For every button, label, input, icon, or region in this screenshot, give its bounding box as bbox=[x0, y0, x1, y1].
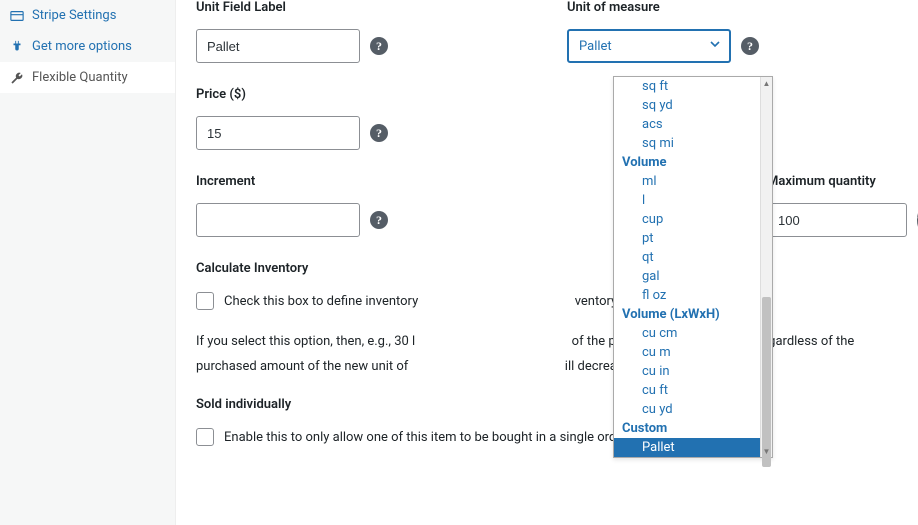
dropdown-option[interactable]: cu cm bbox=[614, 324, 760, 343]
increment-heading: Increment bbox=[196, 174, 527, 189]
dropdown-list: sq ftsq ydacssq miVolumemllcupptqtgalfl … bbox=[614, 77, 760, 457]
unit-of-measure-heading: Unit of measure bbox=[567, 0, 898, 15]
dropdown-option[interactable]: sq ft bbox=[614, 77, 760, 96]
dropdown-option[interactable]: qt bbox=[614, 248, 760, 267]
chevron-down-icon bbox=[709, 38, 721, 54]
dropdown-option[interactable]: l bbox=[614, 191, 760, 210]
plugin-icon bbox=[10, 40, 24, 54]
dropdown-option[interactable]: gal bbox=[614, 267, 760, 286]
calculate-inventory-heading: Calculate Inventory bbox=[196, 261, 898, 276]
help-icon[interactable]: ? bbox=[741, 37, 759, 55]
settings-sidebar: Stripe Settings Get more options Flexibl… bbox=[0, 0, 176, 525]
sidebar-item-label: Stripe Settings bbox=[32, 8, 116, 23]
dropdown-scrollbar[interactable]: ▲ ▼ bbox=[760, 77, 772, 457]
card-icon bbox=[10, 9, 24, 23]
select-value: Pallet bbox=[579, 39, 612, 54]
help-icon[interactable]: ? bbox=[370, 124, 388, 142]
unit-of-measure-select[interactable]: Pallet bbox=[567, 29, 731, 63]
dropdown-option[interactable]: cu in bbox=[614, 362, 760, 381]
dropdown-option[interactable]: Pallet bbox=[614, 438, 760, 457]
dropdown-option[interactable]: cu ft bbox=[614, 381, 760, 400]
sold-individually-heading: Sold individually bbox=[196, 397, 898, 412]
sold-individually-checkbox[interactable] bbox=[196, 428, 214, 446]
dropdown-option[interactable]: sq mi bbox=[614, 134, 760, 153]
dropdown-option[interactable]: cup bbox=[614, 210, 760, 229]
increment-input[interactable] bbox=[196, 203, 360, 237]
dropdown-option[interactable]: acs bbox=[614, 115, 760, 134]
sidebar-item-stripe-settings[interactable]: Stripe Settings bbox=[0, 0, 175, 31]
sidebar-item-flexible-quantity[interactable]: Flexible Quantity bbox=[0, 62, 175, 93]
dropdown-group: Volume (LxWxH) bbox=[614, 305, 760, 324]
calculate-inventory-description: If you select this option, then, e.g., 3… bbox=[196, 330, 898, 379]
dropdown-group: Volume bbox=[614, 153, 760, 172]
help-icon[interactable]: ? bbox=[370, 211, 388, 229]
dropdown-option[interactable]: pt bbox=[614, 229, 760, 248]
sidebar-item-label: Flexible Quantity bbox=[32, 70, 128, 85]
maximum-quantity-input[interactable] bbox=[767, 203, 907, 237]
wrench-icon bbox=[10, 71, 24, 85]
calculate-inventory-checkbox[interactable] bbox=[196, 292, 214, 310]
scroll-up-icon[interactable]: ▲ bbox=[761, 77, 772, 89]
help-icon[interactable]: ? bbox=[370, 37, 388, 55]
sidebar-item-label: Get more options bbox=[32, 39, 132, 54]
dropdown-option[interactable]: sq yd bbox=[614, 96, 760, 115]
dropdown-option[interactable]: ml bbox=[614, 172, 760, 191]
unit-field-label-heading: Unit Field Label bbox=[196, 0, 527, 15]
unit-field-label-input[interactable] bbox=[196, 29, 360, 63]
maximum-quantity-heading: Maximum quantity bbox=[767, 174, 898, 189]
scroll-down-icon[interactable]: ▼ bbox=[761, 445, 772, 457]
dropdown-option[interactable]: cu m bbox=[614, 343, 760, 362]
dropdown-option[interactable]: fl oz bbox=[614, 286, 760, 305]
price-input[interactable] bbox=[196, 116, 360, 150]
price-heading: Price ($) bbox=[196, 87, 527, 102]
dropdown-group: Custom bbox=[614, 419, 760, 438]
settings-panel: Unit Field Label ? Unit of measure Palle… bbox=[176, 0, 918, 525]
dropdown-option[interactable]: cu yd bbox=[614, 400, 760, 419]
unit-of-measure-dropdown: sq ftsq ydacssq miVolumemllcupptqtgalfl … bbox=[613, 76, 773, 458]
scrollbar-thumb[interactable] bbox=[762, 297, 771, 467]
sold-individually-label: Enable this to only allow one of this it… bbox=[224, 430, 630, 445]
sidebar-item-get-more-options[interactable]: Get more options bbox=[0, 31, 175, 62]
